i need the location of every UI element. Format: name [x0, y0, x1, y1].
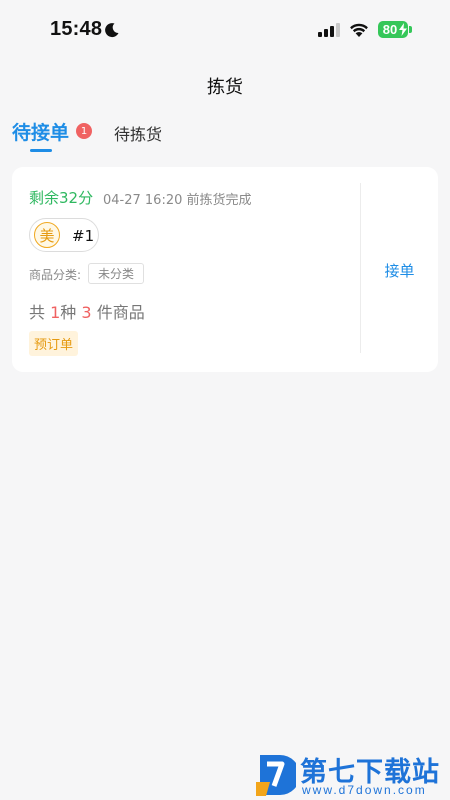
summary-prefix: 共 — [29, 303, 46, 322]
summary-kinds: 1 — [50, 303, 61, 322]
wifi-icon — [350, 23, 368, 37]
summary-kinds-unit: 种 — [60, 303, 77, 322]
pick-deadline: 04-27 16:20 前拣货完成 — [103, 193, 252, 208]
tab-bar: 待接单 1 待拣货 — [12, 118, 432, 158]
order-card: 剩余32分 04-27 16:20 前拣货完成 美 #1 商品分类: 未分类 共… — [12, 167, 438, 372]
battery-level: 80 — [382, 22, 398, 37]
tab-pending-pick[interactable]: 待拣货 — [114, 121, 162, 145]
tab-pending-accept[interactable]: 待接单 — [12, 118, 69, 145]
d7-logo-icon — [256, 755, 296, 796]
platform-order-tag: 美 #1 — [29, 218, 99, 252]
moon-icon — [105, 23, 119, 38]
charging-bolt-icon — [399, 23, 407, 36]
cellular-signal-icon — [318, 23, 340, 37]
item-summary: 共 1种 3 件商品 — [29, 299, 145, 323]
status-bar: 15:48 80 — [0, 0, 450, 56]
time-remaining: 剩余32分 — [29, 189, 94, 207]
category-label: 商品分类: — [29, 268, 82, 282]
tab-indicator — [30, 149, 52, 152]
battery-nub — [409, 26, 412, 33]
accept-order-button[interactable]: 接单 — [361, 237, 438, 303]
status-time: 15:48 — [50, 18, 103, 40]
preorder-tag: 预订单 — [29, 331, 79, 356]
tab-badge: 1 — [76, 123, 92, 139]
watermark-url: www.d7down.com — [302, 783, 427, 797]
category-tag: 未分类 — [88, 263, 145, 284]
summary-count: 3 — [81, 303, 92, 322]
meituan-icon: 美 — [34, 222, 60, 248]
page-title: 拣货 — [207, 77, 243, 98]
summary-count-unit: 件商品 — [96, 303, 145, 322]
watermark: 第七下载站 www.d7down.com — [254, 748, 450, 800]
order-number: #1 — [72, 227, 95, 245]
